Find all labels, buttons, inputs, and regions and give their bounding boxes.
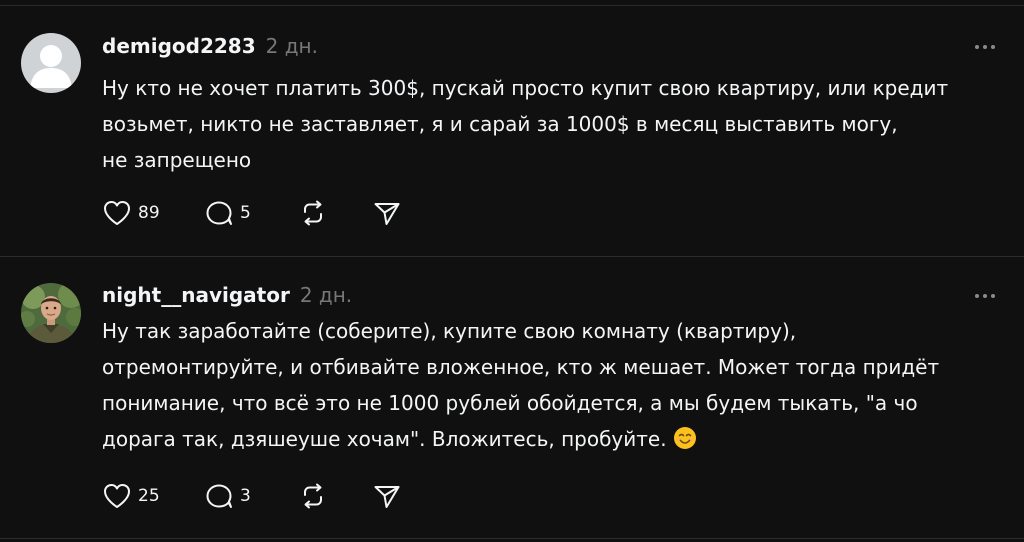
more-dots-icon [975, 45, 995, 49]
reply-button[interactable]: 3 [204, 482, 298, 510]
like-button[interactable]: 25 [102, 482, 204, 510]
username[interactable]: demigod2283 [102, 34, 256, 58]
action-bar: 25 3 [102, 479, 402, 513]
post-text-line: отремонтируйте, и отбивайте вложенное, к… [102, 355, 940, 379]
repost-button[interactable] [298, 199, 372, 227]
more-dots-icon [975, 294, 995, 298]
repost-icon [304, 200, 322, 226]
repost-button[interactable] [298, 482, 372, 510]
top-divider [0, 5, 1024, 6]
user-photo-icon [21, 283, 81, 343]
post-divider [0, 538, 1024, 539]
share-button[interactable] [372, 199, 402, 227]
post-header: night__navigator 2 дн. [102, 283, 352, 307]
like-button[interactable]: 89 [102, 199, 204, 227]
heart-icon [104, 201, 130, 225]
more-options-button[interactable] [972, 286, 998, 306]
post-text-line: не запрещено [102, 148, 252, 172]
post-text-line: дорага так, дзяшеуше хочам". Вложитесь, … [102, 427, 667, 451]
like-count: 25 [138, 486, 160, 506]
post-text-line: Ну кто не хочет платить 300$, пускай про… [102, 76, 949, 100]
like-count: 89 [138, 203, 160, 223]
post-text-line: понимание, что всё это не 1000 рублей об… [102, 391, 918, 415]
more-options-button[interactable] [972, 37, 998, 57]
comment-feed: demigod2283 2 дн. Ну кто не хочет платит… [0, 0, 1024, 542]
comment-post: demigod2283 2 дн. Ну кто не хочет платит… [0, 8, 1024, 256]
share-button[interactable] [372, 482, 402, 510]
comment-bubble-icon [206, 484, 232, 508]
reply-button[interactable]: 5 [204, 199, 298, 227]
smiling-face-emoji-icon [673, 425, 697, 461]
timestamp[interactable]: 2 дн. [300, 283, 352, 307]
comment-bubble-icon [206, 201, 232, 225]
username[interactable]: night__navigator [102, 283, 290, 307]
reply-count: 3 [240, 486, 251, 506]
post-text: Ну так заработайте (соберите), купите св… [102, 313, 1007, 461]
avatar[interactable] [21, 283, 81, 343]
post-text-line: Ну так заработайте (соберите), купите св… [102, 319, 797, 343]
post-text: Ну кто не хочет платить 300$, пускай про… [102, 70, 1007, 178]
default-avatar-icon [21, 33, 81, 93]
avatar[interactable] [21, 33, 81, 93]
post-text-line: возьмет, никто не заставляет, я и сарай … [102, 112, 898, 136]
post-header: demigod2283 2 дн. [102, 34, 318, 58]
send-icon [374, 203, 400, 225]
reply-count: 5 [240, 203, 251, 223]
action-bar: 89 5 [102, 196, 402, 230]
comment-post: night__navigator 2 дн. Ну так заработайт… [0, 257, 1024, 537]
post-text-line-last: дорага так, дзяшеуше хочам". Вложитесь, … [102, 421, 1007, 461]
send-icon [374, 486, 400, 508]
timestamp[interactable]: 2 дн. [266, 34, 318, 58]
repost-icon [304, 483, 322, 509]
heart-icon [104, 484, 130, 508]
